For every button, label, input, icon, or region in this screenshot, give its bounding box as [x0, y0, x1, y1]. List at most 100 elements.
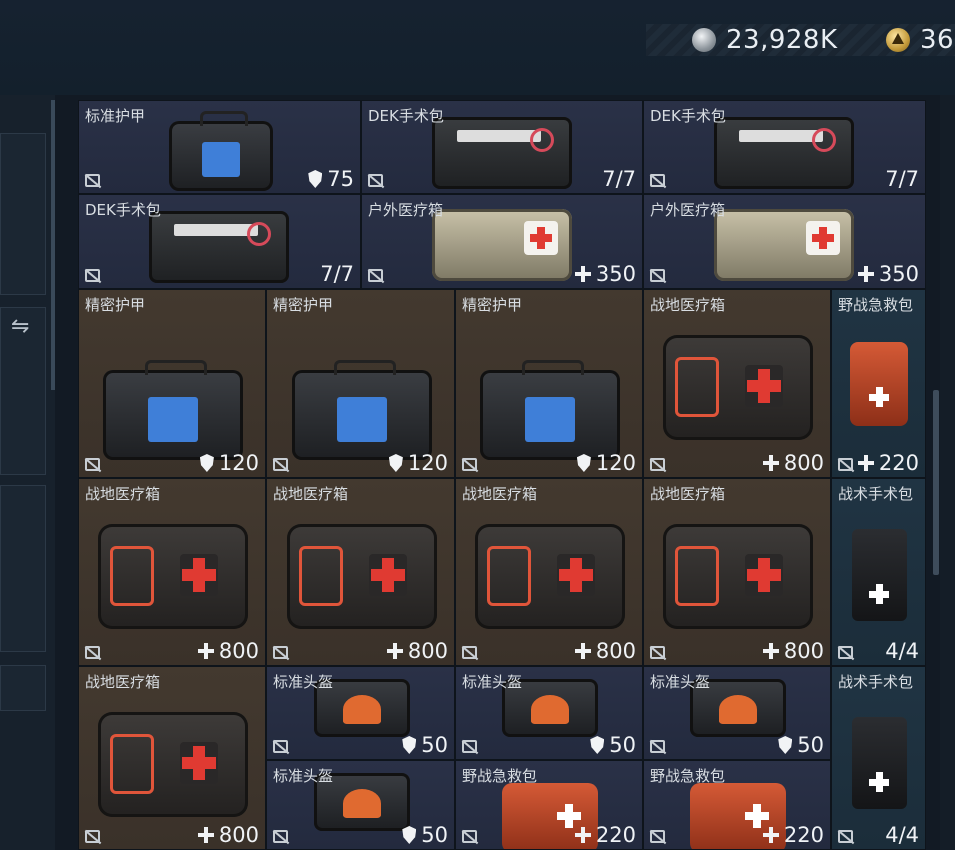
outdoor-image	[714, 209, 854, 281]
left-slot-4[interactable]	[0, 665, 46, 711]
left-slot-1[interactable]	[0, 133, 46, 295]
inventory-item[interactable]: 战术手术包 4/4	[831, 478, 926, 666]
inventory-item[interactable]: 战地医疗箱 800	[266, 478, 455, 666]
item-name: 精密护甲	[85, 296, 146, 314]
item-value: 120	[576, 451, 636, 475]
item-name: 战术手术包	[838, 485, 914, 503]
firstaid-image	[663, 524, 813, 629]
firstaid-image	[663, 335, 813, 440]
item-value: 50	[402, 823, 448, 847]
shield-icon	[402, 736, 417, 754]
right-panel-edge	[940, 95, 955, 850]
item-name: 户外医疗箱	[650, 201, 726, 219]
item-value-text: 120	[407, 451, 448, 475]
plus-icon	[574, 266, 591, 282]
item-value-text: 120	[595, 451, 636, 475]
no-sell-icon	[273, 740, 288, 753]
no-sell-icon	[650, 269, 665, 282]
tactical-image	[852, 529, 907, 621]
inventory-item[interactable]: 标准头盔 50	[643, 666, 831, 760]
shield-icon	[199, 454, 214, 472]
item-name: 战地医疗箱	[85, 485, 161, 503]
item-name: DEK手术包	[85, 201, 161, 219]
inventory-item[interactable]: 标准护甲 75	[78, 100, 361, 194]
item-value: 220	[574, 823, 636, 847]
inventory-item[interactable]: 户外医疗箱 350	[643, 194, 926, 289]
item-value-text: 4/4	[885, 823, 919, 847]
item-value: 4/4	[885, 639, 919, 663]
plus-icon	[762, 643, 779, 659]
inventory-item[interactable]: 精密护甲 120	[266, 289, 455, 478]
firstaid-image	[98, 524, 248, 629]
inventory-item[interactable]: 战术手术包 4/4	[831, 666, 926, 850]
tactical-image	[852, 717, 907, 809]
inventory-item[interactable]: DEK手术包 7/7	[78, 194, 361, 289]
firstaid-image	[98, 712, 248, 817]
inventory-item[interactable]: 战地医疗箱 800	[643, 478, 831, 666]
item-name: 标准头盔	[462, 673, 523, 691]
firstaid-image	[475, 524, 625, 629]
grid-scrollbar[interactable]	[933, 390, 939, 575]
shield-icon	[402, 826, 417, 844]
left-scrollbar[interactable]	[51, 100, 55, 390]
item-value-text: 800	[218, 639, 259, 663]
inventory-item[interactable]: 野战急救包 220	[831, 289, 926, 478]
inventory-item[interactable]: 战地医疗箱 800	[643, 289, 831, 478]
plus-icon	[386, 643, 403, 659]
silver-coin-icon	[692, 28, 716, 52]
gold-currency: 36	[886, 24, 954, 56]
item-value-text: 7/7	[320, 262, 354, 286]
plus-icon	[857, 266, 874, 282]
inventory-item[interactable]: 标准头盔 50	[455, 666, 643, 760]
no-sell-icon	[838, 646, 853, 659]
inventory-item[interactable]: 户外医疗箱 350	[361, 194, 643, 289]
item-value-text: 75	[327, 167, 354, 191]
inventory-item[interactable]: 野战急救包 220	[643, 760, 831, 850]
inventory-item[interactable]: 战地医疗箱 800	[455, 478, 643, 666]
no-sell-icon	[273, 646, 288, 659]
inventory-item[interactable]: 精密护甲 120	[78, 289, 266, 478]
armor-image	[292, 360, 432, 460]
inventory-item[interactable]: 战地医疗箱 800	[78, 666, 266, 850]
inventory-item[interactable]: DEK手术包 7/7	[361, 100, 643, 194]
item-value-text: 50	[421, 733, 448, 757]
left-slot-2[interactable]: ⇋	[0, 307, 46, 475]
kitbag-image	[149, 211, 289, 283]
item-value: 800	[762, 451, 824, 475]
no-sell-icon	[368, 174, 383, 187]
item-value-text: 800	[783, 639, 824, 663]
no-sell-icon	[650, 646, 665, 659]
item-value: 7/7	[602, 167, 636, 191]
item-value-text: 7/7	[602, 167, 636, 191]
plus-icon	[762, 827, 779, 843]
item-value-text: 350	[595, 262, 636, 286]
inventory-grid: 标准护甲 75 DEK手术包 7/7 DEK手术包 7/7 DEK手术包 7/7 户外医疗箱 35…	[78, 100, 926, 850]
item-value: 50	[778, 733, 824, 757]
item-value: 800	[386, 639, 448, 663]
item-name: 标准头盔	[273, 767, 334, 785]
inventory-item[interactable]: 战地医疗箱 800	[78, 478, 266, 666]
item-value-text: 800	[218, 823, 259, 847]
item-value: 50	[590, 733, 636, 757]
inventory-item[interactable]: DEK手术包 7/7	[643, 100, 926, 194]
item-name: DEK手术包	[368, 107, 444, 125]
armor-image	[480, 360, 620, 460]
inventory-item[interactable]: 野战急救包 220	[455, 760, 643, 850]
armor-image	[103, 360, 243, 460]
inventory-item[interactable]: 精密护甲 120	[455, 289, 643, 478]
item-name: 精密护甲	[462, 296, 523, 314]
item-name: 战地医疗箱	[650, 485, 726, 503]
item-value-text: 120	[218, 451, 259, 475]
no-sell-icon	[85, 458, 100, 471]
inventory-item[interactable]: 标准头盔 50	[266, 666, 455, 760]
item-value: 120	[199, 451, 259, 475]
left-slot-3[interactable]	[0, 485, 46, 652]
item-name: 野战急救包	[838, 296, 914, 314]
item-value: 120	[388, 451, 448, 475]
swap-icon[interactable]: ⇋	[11, 314, 29, 339]
firstaid-image	[287, 524, 437, 629]
item-value: 7/7	[320, 262, 354, 286]
item-name: 战地医疗箱	[462, 485, 538, 503]
inventory-item[interactable]: 标准头盔 50	[266, 760, 455, 850]
plus-icon	[197, 643, 214, 659]
